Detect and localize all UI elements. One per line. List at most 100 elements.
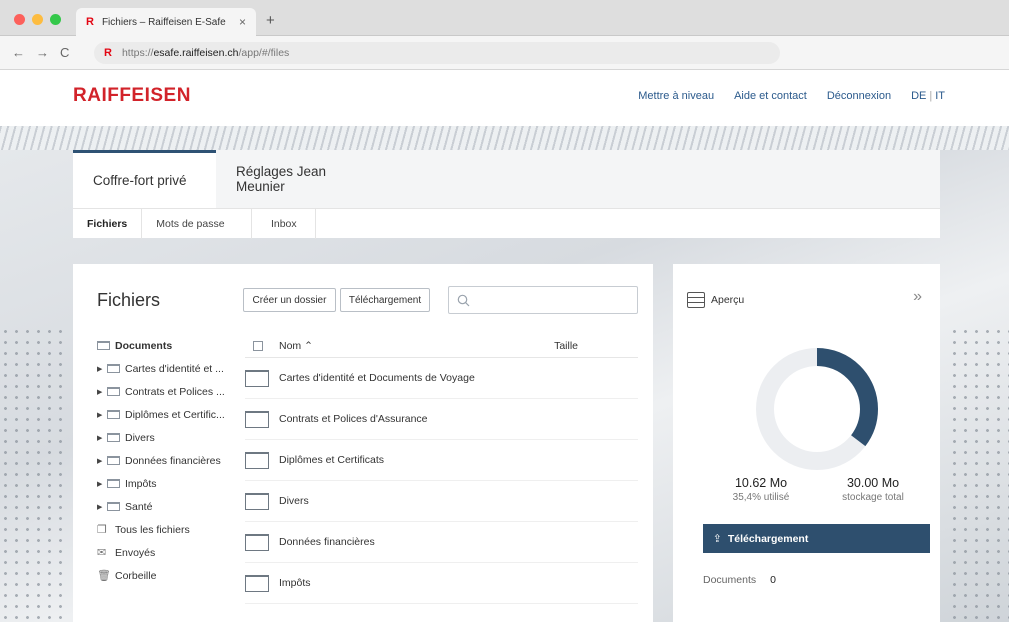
column-size-header[interactable]: Taille — [554, 340, 578, 352]
storage-icon — [687, 292, 705, 308]
lang-it-link[interactable]: IT — [935, 90, 945, 102]
minimize-window-button[interactable] — [32, 14, 43, 25]
file-list: Nom ⌃ Taille Cartes d'identité et Docume… — [245, 334, 638, 604]
tab-close-icon[interactable]: × — [239, 15, 246, 29]
folder-icon — [245, 492, 269, 510]
logout-link[interactable]: Déconnexion — [827, 90, 891, 102]
subtab-passwords[interactable]: Mots de passe — [142, 209, 253, 239]
column-name-header[interactable]: Nom ⌃ — [279, 340, 313, 352]
total-storage-value: 30.00 Mo — [846, 476, 900, 490]
help-contact-link[interactable]: Aide et contact — [734, 90, 807, 102]
forward-button[interactable]: → — [36, 45, 49, 60]
tree-root-documents[interactable]: Documents — [97, 334, 242, 357]
tree-item[interactable]: ▶ Diplômes et Certific... — [97, 403, 242, 426]
tree-item[interactable]: ▶ Impôts — [97, 472, 242, 495]
tree-item[interactable]: ▶ Divers — [97, 426, 242, 449]
expand-caret-icon[interactable]: ▶ — [97, 434, 107, 442]
select-all-checkbox[interactable] — [253, 340, 263, 351]
folder-open-icon — [97, 341, 110, 350]
folder-icon — [107, 479, 120, 488]
documents-count-value: 0 — [770, 574, 776, 586]
tree-item-label: Santé — [125, 500, 153, 513]
upload-button[interactable]: Téléchargement — [340, 288, 430, 312]
row-name: Impôts — [279, 577, 311, 589]
files-title: Fichiers — [97, 290, 161, 310]
tree-sent[interactable]: ✉ Envoyés — [97, 541, 242, 564]
folder-tree: Documents ▶ Cartes d'identité et ... ▶ Con… — [97, 334, 242, 587]
folder-icon — [107, 364, 120, 373]
tree-root-label: Documents — [115, 339, 173, 352]
folder-icon — [107, 410, 120, 419]
page: RAIFFEISEN Mettre à niveau Aide et conta… — [0, 70, 1009, 622]
back-button[interactable]: ← — [12, 45, 25, 60]
folder-icon — [107, 387, 120, 396]
tree-all-files[interactable]: ❐ Tous les fichiers — [97, 518, 242, 541]
reload-button[interactable]: C — [60, 45, 69, 60]
expand-caret-icon[interactable]: ▶ — [97, 457, 107, 465]
tree-special-label: Corbeille — [115, 569, 157, 582]
expand-caret-icon[interactable]: ▶ — [97, 411, 107, 419]
tree-item[interactable]: ▶ Santé — [97, 495, 242, 518]
search-icon — [457, 294, 470, 306]
tree-item-label: Impôts — [125, 477, 157, 490]
search-input[interactable] — [448, 286, 638, 314]
tab-private-vault[interactable]: Coffre-fort privé — [73, 150, 216, 208]
lang-de-link[interactable]: DE — [911, 90, 926, 102]
maximize-window-button[interactable] — [50, 14, 61, 25]
tree-item[interactable]: ▶ Cartes d'identité et ... — [97, 357, 242, 380]
table-row[interactable]: Contrats et Polices d'Assurance — [245, 399, 638, 440]
folder-icon — [245, 533, 269, 551]
used-storage-stat: 10.62 Mo 35,4% utilisé — [721, 476, 801, 503]
table-row[interactable]: Divers — [245, 481, 638, 522]
tree-special-label: Tous les fichiers — [115, 523, 190, 536]
expand-caret-icon[interactable]: ▶ — [97, 388, 107, 396]
url-path: /app/#/files — [238, 47, 290, 59]
tree-item-label: Diplômes et Certific... — [125, 408, 225, 421]
table-row[interactable]: Impôts — [245, 563, 638, 604]
used-storage-label: 35,4% utilisé — [732, 492, 790, 503]
file-icon: ❐ — [97, 524, 107, 536]
tree-item[interactable]: ▶ Contrats et Polices ... — [97, 380, 242, 403]
url-input[interactable]: R https://esafe.raiffeisen.ch/app/#/file… — [94, 42, 780, 64]
folder-icon — [107, 502, 120, 511]
folder-icon — [245, 574, 269, 592]
browser-tab[interactable]: R Fichiers – Raiffeisen E-Safe × — [76, 8, 256, 36]
top-navigation: RAIFFEISEN Mettre à niveau Aide et conta… — [0, 70, 1009, 126]
table-row[interactable]: Diplômes et Certificats — [245, 440, 638, 481]
browser-window: R Fichiers – Raiffeisen E-Safe × + ← → C… — [0, 0, 1009, 622]
create-folder-button[interactable]: Créer un dossier — [243, 288, 336, 312]
sub-tabs: Fichiers Mots de passe Inbox — [73, 208, 940, 239]
upgrade-link[interactable]: Mettre à niveau — [638, 90, 714, 102]
expand-caret-icon[interactable]: ▶ — [97, 480, 107, 488]
subtab-files[interactable]: Fichiers — [73, 209, 143, 239]
folder-icon — [107, 456, 120, 465]
table-row[interactable]: Données financières — [245, 522, 638, 563]
url-host: esafe.raiffeisen.ch — [153, 47, 239, 59]
overview-upload-button[interactable]: ⇪ Téléchargement — [703, 524, 930, 553]
tree-item-label: Divers — [125, 431, 155, 444]
decorative-pattern-left — [0, 326, 70, 622]
expand-caret-icon[interactable]: ▶ — [97, 503, 107, 511]
row-name: Contrats et Polices d'Assurance — [279, 413, 428, 425]
site-icon: R — [104, 47, 112, 59]
row-name: Données financières — [279, 536, 375, 548]
close-window-button[interactable] — [14, 14, 25, 25]
tab-bar: R Fichiers – Raiffeisen E-Safe × + — [0, 0, 1009, 36]
total-storage-stat: 30.00 Mo stockage total — [833, 476, 913, 503]
row-name: Divers — [279, 495, 309, 507]
row-name: Cartes d'identité et Documents de Voyage — [279, 372, 475, 384]
new-tab-button[interactable]: + — [266, 12, 275, 29]
expand-caret-icon[interactable]: ▶ — [97, 365, 107, 373]
raiffeisen-logo[interactable]: RAIFFEISEN — [73, 85, 191, 107]
favicon-icon: R — [86, 16, 94, 28]
envelope-icon: ✉ — [97, 547, 107, 559]
lang-separator: | — [929, 90, 933, 102]
tab-settings[interactable]: Réglages Jean Meunier — [216, 150, 385, 208]
subtab-inbox[interactable]: Inbox — [252, 209, 317, 239]
language-switcher: DE | IT — [911, 90, 945, 102]
expand-panel-icon[interactable]: » — [913, 288, 922, 306]
table-row[interactable]: Cartes d'identité et Documents de Voyage — [245, 358, 638, 399]
tree-trash[interactable]: 🗑 Corbeille — [97, 564, 242, 587]
tree-item[interactable]: ▶ Données financières — [97, 449, 242, 472]
tree-item-label: Cartes d'identité et ... — [125, 362, 224, 375]
